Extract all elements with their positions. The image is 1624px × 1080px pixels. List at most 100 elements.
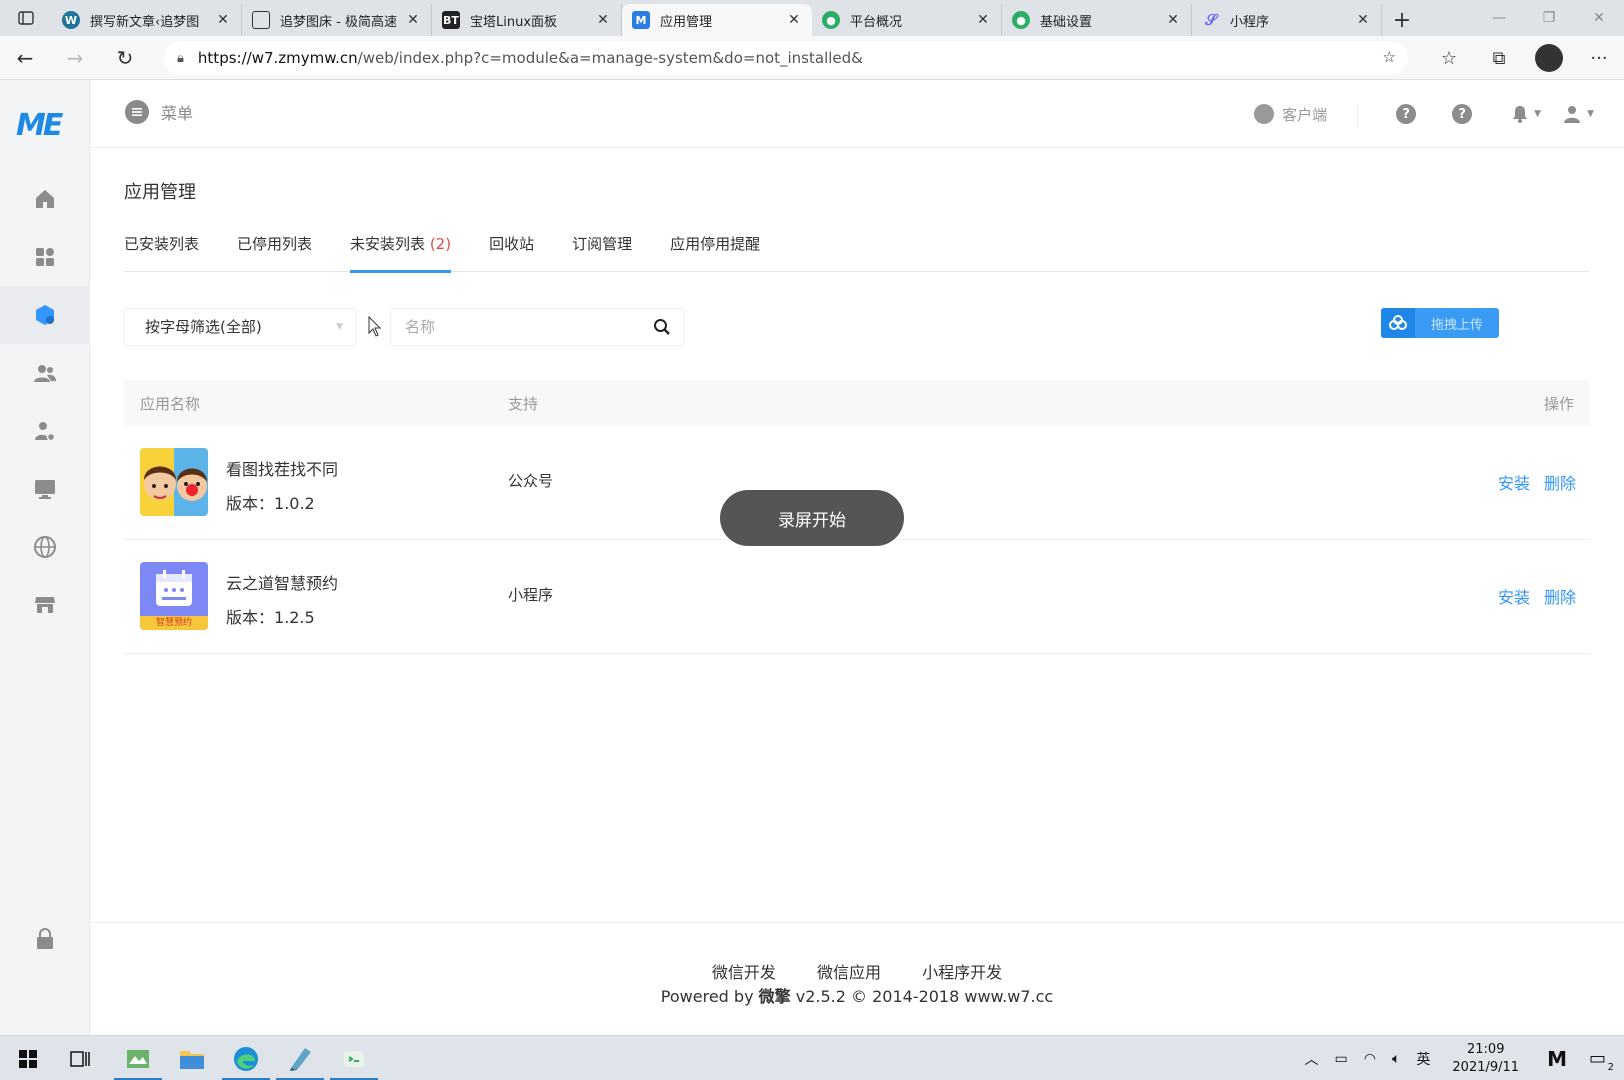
minimize-icon[interactable]: —: [1474, 0, 1524, 36]
app-m-icon[interactable]: M: [1547, 1047, 1567, 1071]
menu-toggle[interactable]: 菜单: [125, 100, 193, 124]
browser-tab-6[interactable]: ● 基础设置 ✕: [1002, 4, 1192, 36]
help-icon[interactable]: ?: [1396, 104, 1417, 124]
footer-link[interactable]: 微信应用: [817, 963, 881, 982]
volume-icon[interactable]: 🔈︎: [1392, 1051, 1400, 1067]
apps-icon[interactable]: [0, 228, 90, 286]
globe-icon[interactable]: [0, 518, 90, 576]
version-value: 1.0.2: [274, 494, 315, 513]
file-explorer-icon[interactable]: [168, 1036, 216, 1080]
favorite-add-icon[interactable]: ☆: [1383, 48, 1396, 66]
tab-label: 已停用列表: [237, 235, 313, 253]
tab-installed[interactable]: 已安装列表: [124, 230, 199, 272]
logo[interactable]: ME: [16, 108, 63, 143]
tab-actions-icon[interactable]: [0, 0, 52, 36]
w7-icon: M: [632, 11, 650, 29]
wifi-icon[interactable]: ◠: [1364, 1051, 1376, 1067]
url-field[interactable]: 🔒︎ https://w7.zmymw.cn/web/index.php?c=m…: [163, 41, 1408, 75]
user-menu[interactable]: ▼: [1563, 105, 1594, 123]
edge-browser-icon[interactable]: [222, 1036, 270, 1080]
upload-label: 拖拽上传: [1430, 317, 1483, 333]
help-icon[interactable]: ?: [1452, 104, 1473, 124]
close-icon[interactable]: ✕: [786, 12, 802, 28]
delete-link[interactable]: 删除: [1544, 474, 1576, 493]
module-settings-icon[interactable]: [0, 286, 90, 344]
browser-tab-bar: W 撰写新文章‹追梦图 ✕ 追梦图床 - 极简高速 ✕ BT 宝塔Linux面板…: [0, 0, 1624, 36]
tab-disabled[interactable]: 已停用列表: [237, 230, 312, 272]
taskbar: ︿ ▭ ◠ 🔈︎ 英 21:09 2021/9/11 M ▭ 2: [0, 1035, 1624, 1080]
tab-disable-reminders[interactable]: 应用停用提醒: [670, 230, 760, 272]
favorites-icon[interactable]: ☆: [1424, 48, 1474, 69]
tab-not-installed[interactable]: 未安装列表 (2): [350, 230, 452, 273]
close-icon[interactable]: ✕: [975, 12, 991, 28]
forward-icon[interactable]: →: [50, 36, 100, 80]
reload-icon[interactable]: ↻: [100, 36, 150, 80]
show-hidden-icons-icon[interactable]: ︿: [1305, 1049, 1319, 1069]
tab-title: 应用管理: [660, 14, 713, 30]
drag-upload-button[interactable]: 拖拽上传: [1381, 308, 1499, 338]
windows-start-icon[interactable]: [4, 1036, 52, 1080]
tab-label: 回收站: [489, 235, 535, 253]
profile-avatar[interactable]: [1524, 44, 1574, 72]
close-icon[interactable]: ✕: [1165, 12, 1181, 28]
caret-down-icon: ▼: [336, 322, 343, 332]
wechat-icon: ●: [1012, 11, 1030, 29]
client-link[interactable]: 客户端: [1254, 103, 1359, 125]
column-header-actions: 操作: [1543, 395, 1574, 413]
search-icon[interactable]: [653, 318, 671, 336]
restore-icon[interactable]: ❐: [1524, 0, 1574, 36]
browser-tab-7[interactable]: 𝒮 小程序 ✕: [1192, 4, 1382, 36]
browser-tab-4[interactable]: M 应用管理 ✕: [622, 4, 812, 36]
close-icon[interactable]: ✕: [595, 12, 611, 28]
delete-link[interactable]: 删除: [1544, 588, 1576, 607]
row-actions: 安装 删除: [1484, 470, 1576, 494]
wechat-devtools-icon[interactable]: [330, 1036, 378, 1080]
new-tab-button[interactable]: +: [1382, 4, 1422, 36]
tab-label: 未安装列表: [350, 235, 426, 253]
tab-label: 已安装列表: [124, 235, 200, 253]
module-tabs: 已安装列表 已停用列表 未安装列表 (2) 回收站 订阅管理 应用停用提醒: [124, 230, 1590, 273]
browser-tab-2[interactable]: 追梦图床 - 极简高速 ✕: [242, 4, 432, 36]
close-icon[interactable]: ✕: [1355, 12, 1371, 28]
tab-subscriptions[interactable]: 订阅管理: [572, 230, 632, 272]
footer-link[interactable]: 微信开发: [712, 963, 776, 982]
input-method-indicator[interactable]: 英: [1416, 1049, 1430, 1069]
clock[interactable]: 21:09 2021/9/11: [1452, 1041, 1519, 1077]
app-name: 看图找茬找不同: [226, 460, 339, 479]
column-header-support: 支持: [508, 395, 539, 413]
collections-icon[interactable]: ⧉: [1474, 48, 1524, 69]
close-icon[interactable]: ✕: [405, 12, 421, 28]
browser-tab-3[interactable]: BT 宝塔Linux面板 ✕: [432, 4, 622, 36]
lock-icon[interactable]: [0, 910, 90, 968]
toast-message: 录屏开始: [720, 490, 904, 546]
search-input[interactable]: 名称: [390, 308, 684, 346]
browser-tab-5[interactable]: ● 平台概况 ✕: [812, 4, 1002, 36]
more-icon[interactable]: ···: [1574, 48, 1624, 69]
app-thumbnail: 智慧预约: [140, 562, 208, 630]
clock-time: 21:09: [1467, 1041, 1505, 1057]
footer-link[interactable]: 小程序开发: [922, 963, 1002, 982]
tab-title: 宝塔Linux面板: [470, 14, 558, 30]
users-icon[interactable]: [0, 344, 90, 402]
window-close-icon[interactable]: ✕: [1574, 0, 1624, 36]
app-paint-icon[interactable]: [114, 1036, 162, 1080]
browser-tab-1[interactable]: W 撰写新文章‹追梦图 ✕: [52, 4, 242, 36]
app-main: ME 菜单 客户端 ? ? ▼ ▼ 应用管理 已安装列表 已停用列表 未安装列表…: [0, 80, 1624, 1035]
tab-recycle-bin[interactable]: 回收站: [489, 230, 534, 272]
home-icon[interactable]: [0, 170, 90, 228]
install-link[interactable]: 安装: [1498, 474, 1530, 493]
store-icon[interactable]: [0, 576, 90, 634]
letter-filter-select[interactable]: 按字母筛选(全部) ▼: [124, 308, 356, 346]
tab-count: (2): [429, 235, 452, 253]
notification-center-icon[interactable]: ▭ 2: [1589, 1048, 1614, 1073]
notifications-menu[interactable]: ▼: [1512, 105, 1541, 123]
task-view-icon[interactable]: [56, 1036, 104, 1080]
back-icon[interactable]: ←: [0, 36, 50, 80]
lock-icon[interactable]: 🔒︎: [177, 51, 184, 66]
notes-app-icon[interactable]: [276, 1036, 324, 1080]
monitor-icon[interactable]: [0, 460, 90, 518]
battery-icon[interactable]: ▭: [1335, 1051, 1348, 1067]
close-icon[interactable]: ✕: [215, 12, 231, 28]
install-link[interactable]: 安装: [1498, 588, 1530, 607]
user-settings-icon[interactable]: [0, 402, 90, 460]
